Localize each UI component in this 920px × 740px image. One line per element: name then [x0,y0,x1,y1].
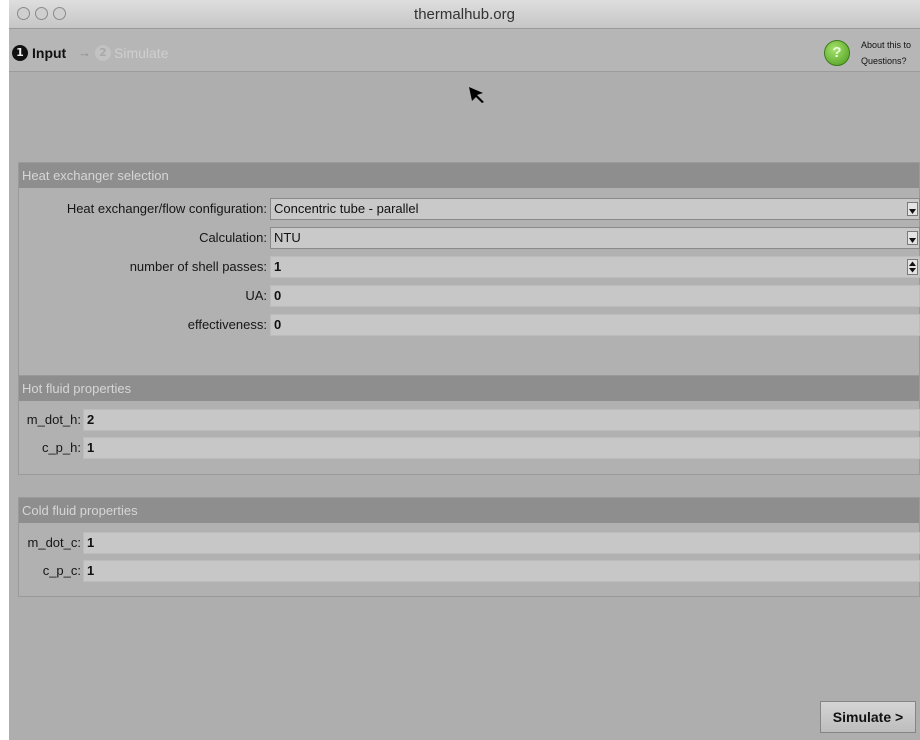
heat-exchanger-panel: Heat exchanger selection Heat exchanger/… [18,162,920,382]
hot-fluid-header: Hot fluid properties [19,376,919,401]
steps-bar: 1 Input → 2 Simulate ? About this to Que… [9,29,920,72]
config-select[interactable]: Concentric tube - parallel [270,198,920,220]
stepper-arrows-icon[interactable] [907,259,918,275]
simulate-button[interactable]: Simulate > [820,701,916,733]
calculation-row: Calculation: NTU [19,227,920,249]
c-p-c-label: c_p_c: [42,563,81,578]
c-p-h-row: c_p_h: 1 [19,437,920,459]
config-label: Heat exchanger/flow configuration: [66,201,267,216]
m-dot-h-row: m_dot_h: 2 [19,409,920,431]
m-dot-c-label: m_dot_c: [27,535,81,550]
step-1-number: 1 [12,45,28,61]
c-p-c-input[interactable]: 1 [83,560,920,582]
help-question-icon[interactable]: ? [824,40,850,66]
heat-exchanger-header: Heat exchanger selection [19,163,919,188]
hot-fluid-panel: Hot fluid properties m_dot_h: 2 c_p_h: 1 [18,375,920,475]
ua-label: UA: [245,288,267,303]
step-2-number: 2 [95,45,111,61]
effectiveness-row: effectiveness: 0 [19,314,920,336]
shell-passes-label: number of shell passes: [129,259,267,274]
calculation-label: Calculation: [199,230,267,245]
about-tool-link[interactable]: About this to [861,40,911,50]
c-p-h-input[interactable]: 1 [83,437,920,459]
c-p-h-label: c_p_h: [41,440,81,455]
step-2-simulate[interactable]: Simulate [114,45,168,61]
effectiveness-input[interactable]: 0 [270,314,920,336]
step-1-input[interactable]: Input [32,45,66,61]
calculation-select[interactable]: NTU [270,227,920,249]
shell-passes-value: 1 [274,259,282,274]
config-select-value: Concentric tube - parallel [274,201,419,216]
chevron-down-icon [907,202,918,216]
ua-row: UA: 0 [19,285,920,307]
mouse-cursor-icon [469,87,484,103]
shell-passes-stepper[interactable]: 1 [270,256,920,278]
m-dot-h-label: m_dot_h: [26,412,81,427]
ua-input[interactable]: 0 [270,285,920,307]
c-p-c-row: c_p_c: 1 [19,560,920,582]
shell-passes-row: number of shell passes: 1 [19,256,920,278]
m-dot-h-input[interactable]: 2 [83,409,920,431]
m-dot-c-input[interactable]: 1 [83,532,920,554]
chevron-down-icon [907,231,918,245]
questions-link[interactable]: Questions? [861,56,907,66]
m-dot-c-row: m_dot_c: 1 [19,532,920,554]
title-bar: thermalhub.org [9,0,920,29]
cold-fluid-header: Cold fluid properties [19,498,919,523]
calculation-select-value: NTU [274,230,301,245]
effectiveness-label: effectiveness: [187,317,267,332]
window-title: thermalhub.org [414,6,515,23]
step-arrow-icon: → [78,45,91,60]
config-row: Heat exchanger/flow configuration: Conce… [19,198,920,220]
browser-window: thermalhub.org 1 Input → 2 Simulate ? Ab… [9,0,920,740]
cold-fluid-panel: Cold fluid properties m_dot_c: 1 c_p_c: … [18,497,920,597]
